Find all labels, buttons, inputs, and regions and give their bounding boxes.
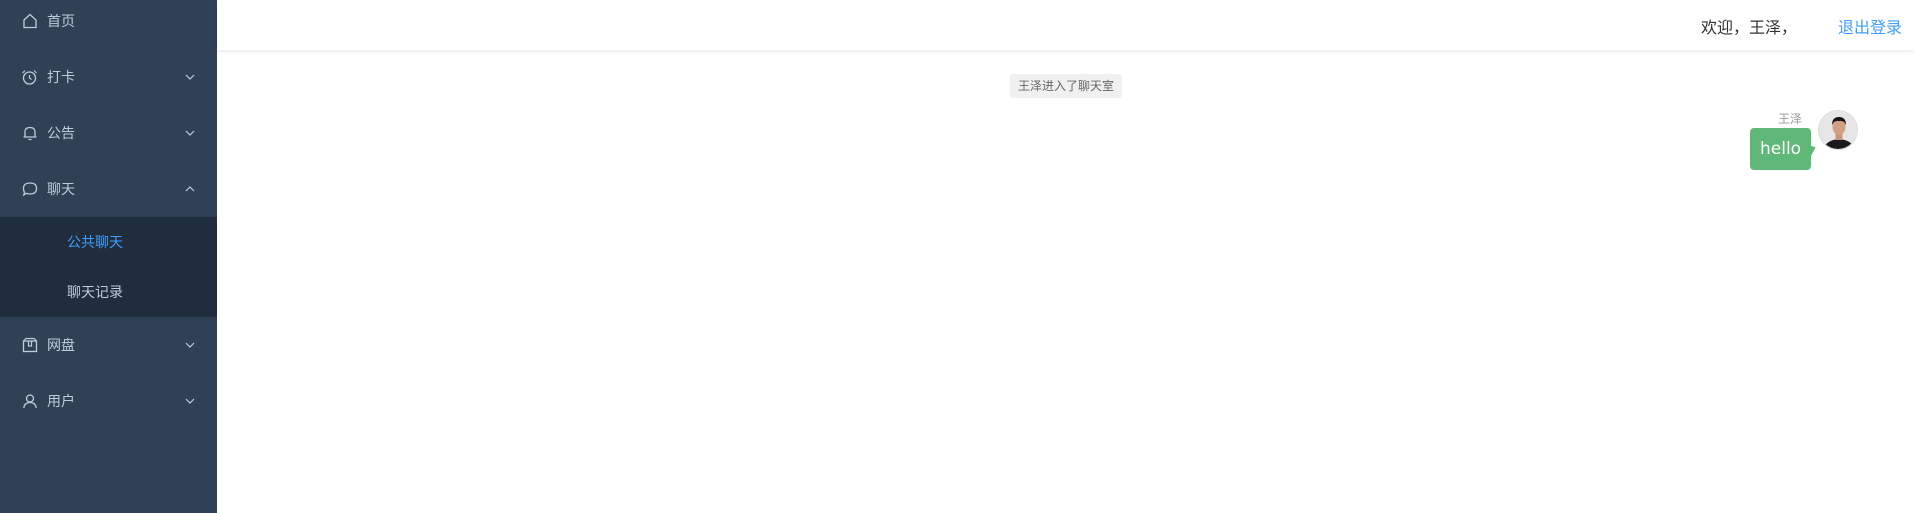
sidebar-item-label: 首页 bbox=[47, 14, 75, 30]
sidebar-subitem-label: 聊天记录 bbox=[67, 285, 123, 301]
top-navbar: 欢迎，王泽， 退出登录 bbox=[217, 0, 1915, 50]
sidebar-subitem-label: 公共聊天 bbox=[67, 235, 123, 251]
sidebar-item-checkin[interactable]: 打卡 bbox=[0, 49, 217, 105]
sidebar-subitem-chat-history[interactable]: 聊天记录 bbox=[0, 267, 217, 317]
chat-panel: 王泽进入了聊天室 王泽 hello bbox=[217, 54, 1915, 513]
sidebar-item-chat[interactable]: 聊天 bbox=[0, 161, 217, 217]
chevron-down-icon bbox=[184, 339, 196, 351]
user-avatar-icon bbox=[1819, 111, 1857, 149]
sidebar-item-netdisk[interactable]: 网盘 bbox=[0, 317, 217, 373]
sidebar-item-announcement[interactable]: 公告 bbox=[0, 105, 217, 161]
system-message: 王泽进入了聊天室 bbox=[1010, 74, 1123, 98]
chevron-down-icon bbox=[184, 71, 196, 83]
package-icon bbox=[21, 337, 38, 354]
home-icon bbox=[21, 13, 38, 30]
sidebar-item-user[interactable]: 用户 bbox=[0, 373, 217, 429]
chevron-up-icon bbox=[184, 183, 196, 195]
user-icon bbox=[21, 393, 38, 410]
message-bubble: hello bbox=[1750, 128, 1812, 170]
chat-bubble-icon bbox=[21, 181, 38, 198]
chevron-down-icon bbox=[184, 127, 196, 139]
welcome-text: 欢迎，王泽， bbox=[1700, 18, 1797, 37]
sidebar-item-label: 打卡 bbox=[47, 70, 75, 86]
sidebar-subitem-public-chat[interactable]: 公共聊天 bbox=[0, 217, 217, 267]
sidebar-item-home[interactable]: 首页 bbox=[0, 0, 217, 49]
sidebar-item-label: 聊天 bbox=[47, 182, 75, 198]
bell-icon bbox=[21, 125, 38, 142]
message-sender-name: 王泽 bbox=[1777, 112, 1802, 126]
chevron-down-icon bbox=[184, 395, 196, 407]
sidebar: 首页 打卡 公告 聊天 公共聊天 聊天记录 网盘 用户 bbox=[0, 0, 217, 513]
sidebar-item-label: 公告 bbox=[47, 126, 75, 142]
alarm-clock-icon bbox=[21, 69, 38, 86]
logout-link[interactable]: 退出登录 bbox=[1838, 14, 1902, 38]
sidebar-item-label: 用户 bbox=[47, 394, 75, 410]
sidebar-item-label: 网盘 bbox=[47, 338, 75, 354]
avatar[interactable] bbox=[1818, 110, 1858, 150]
